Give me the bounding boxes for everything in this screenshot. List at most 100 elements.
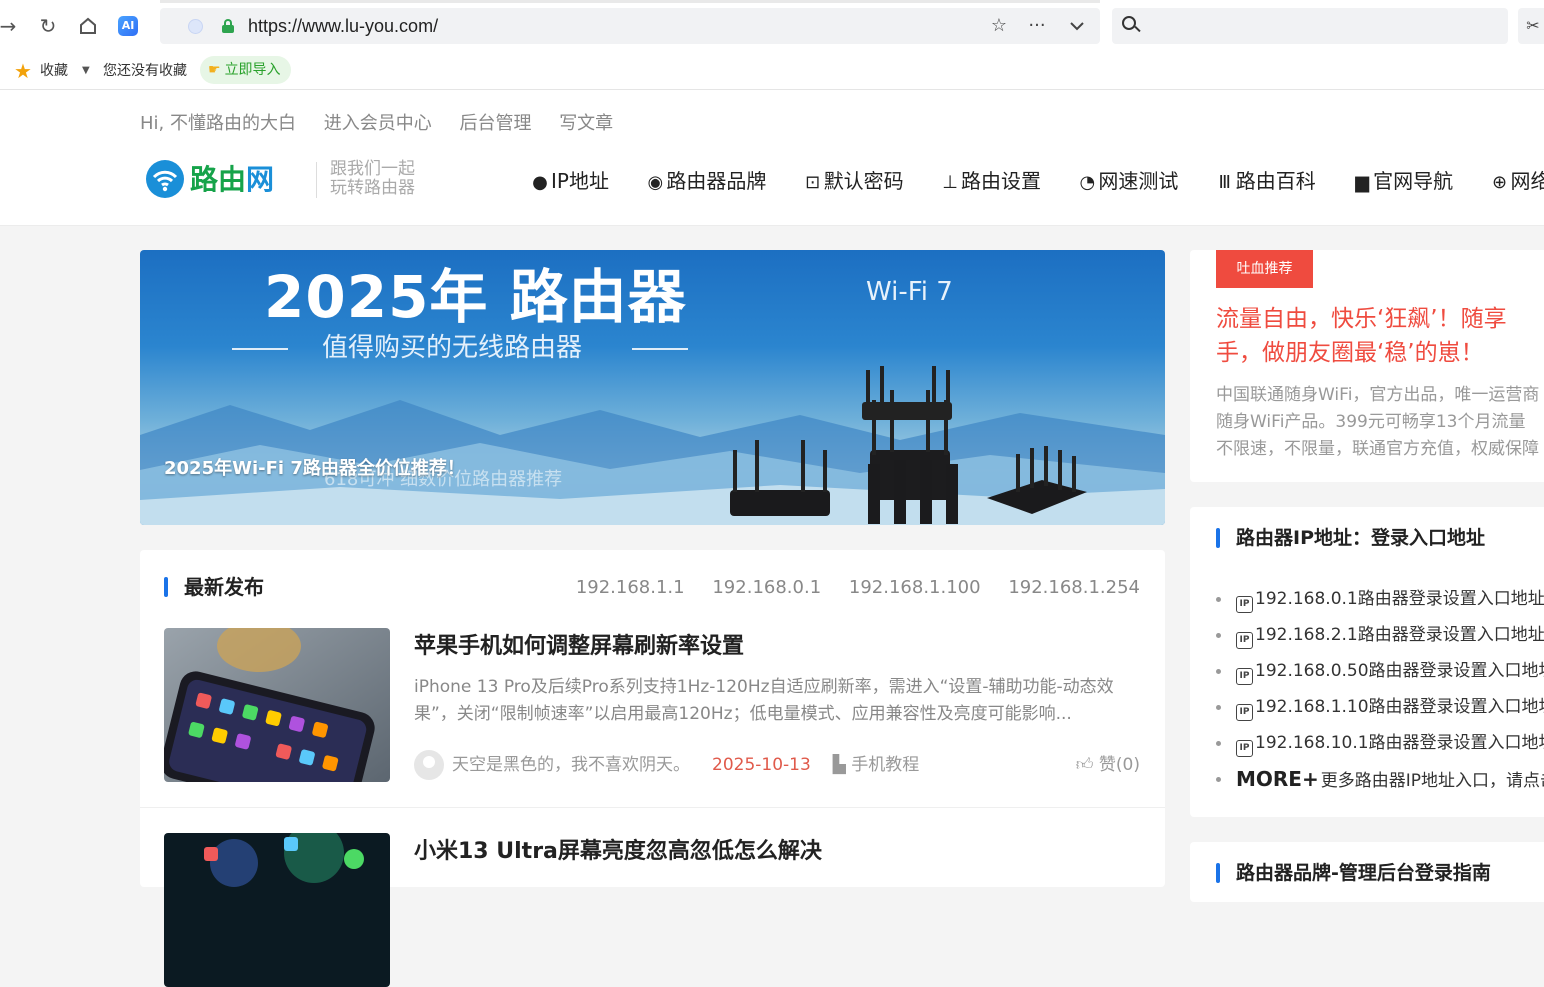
article-title[interactable]: 苹果手机如何调整屏幕刷新率设置	[414, 632, 744, 662]
shield-icon: ◉	[647, 172, 664, 193]
top-links: Hi, 不懂路由的大白 进入会员中心 后台管理 写文章	[140, 112, 635, 136]
pointing-hand-icon: ☛	[208, 62, 221, 78]
browser-toolbar: → ↻ AI https://www.lu-you.com/ ☆ ··· ✂	[0, 0, 1544, 52]
ip-link[interactable]: 192.168.1.100	[849, 577, 981, 598]
nav-router-wiki[interactable]: Ⅲ 路由百科	[1215, 166, 1316, 198]
recommend-badge: 吐血推荐	[1216, 250, 1313, 288]
banner-line-left	[232, 348, 288, 350]
write-article-link[interactable]: 写文章	[559, 113, 613, 134]
nav-speed-test[interactable]: ◔ 网速测试	[1077, 166, 1179, 198]
ip-icon: IP	[1236, 704, 1253, 721]
nav-router-settings[interactable]: ⊥ 路由设置	[940, 166, 1041, 198]
brand-section-title[interactable]: 路由器品牌-管理后台登录指南	[1216, 860, 1491, 886]
home-icon[interactable]	[76, 14, 100, 38]
list-item[interactable]: IP 192.168.0.50路由器登录设置入口地址	[1216, 653, 1544, 689]
category-icon: ▙	[832, 755, 852, 775]
more-link[interactable]: MORE+ 更多路由器IP地址入口，请点击	[1216, 761, 1544, 797]
bookmarks-bar: ★ 收藏 ▼ 您还没有收藏 ☛ 立即导入	[0, 52, 1544, 90]
recommend-title[interactable]: 流量自由，快乐‘狂飙’！随享手，做朋友圈最‘稳’的崽！	[1216, 302, 1544, 370]
ip-icon: IP	[1236, 668, 1253, 685]
person-icon: ●	[532, 172, 548, 193]
article-item[interactable]: 小米13 Ultra屏幕亮度忽高忽低怎么解决	[164, 833, 1140, 987]
banner-subtitle: 值得购买的无线路由器	[322, 333, 583, 363]
ip-link[interactable]: 192.168.0.1	[712, 577, 821, 598]
import-bookmarks-button[interactable]: ☛ 立即导入	[200, 56, 291, 84]
import-label: 立即导入	[224, 62, 281, 78]
member-center-link[interactable]: 进入会员中心	[324, 113, 432, 134]
router-icon: ⊥	[942, 172, 958, 193]
wifi-logo-icon	[146, 160, 184, 198]
ai-assistant-icon[interactable]: AI	[118, 16, 138, 36]
site-logo[interactable]	[146, 160, 188, 200]
scissors-icon[interactable]: ✂	[1518, 8, 1544, 44]
post-date: 2025-10-13	[712, 755, 811, 775]
nav-ip-address[interactable]: ● IP地址	[530, 166, 609, 198]
more-dots-icon[interactable]: ···	[1026, 14, 1048, 38]
globe-icon: ⊕	[1491, 172, 1508, 193]
category-link[interactable]: ▙ 手机教程	[833, 755, 919, 775]
ip-address-card: 路由器IP地址：登录入口地址 IP 192.168.0.1路由器登录设置入口地址 …	[1190, 507, 1544, 817]
ip-section-title[interactable]: 路由器IP地址：登录入口地址	[1216, 525, 1485, 551]
admin-link[interactable]: 后台管理	[459, 113, 531, 134]
secure-lock-icon[interactable]	[222, 19, 234, 33]
search-box[interactable]	[1112, 8, 1508, 44]
site-name[interactable]: 路由网	[190, 162, 274, 198]
no-bookmarks-text: 您还没有收藏	[103, 63, 187, 79]
ip-icon: IP	[1236, 632, 1253, 649]
article-divider	[140, 807, 1165, 808]
nav-router-brands[interactable]: ◉ 路由器品牌	[645, 166, 766, 198]
star-icon[interactable]: ☆	[988, 14, 1010, 38]
recommend-card[interactable]: 吐血推荐 流量自由，快乐‘狂飙’！随享手，做朋友圈最‘稳’的崽！ 中国联通随身W…	[1190, 250, 1544, 482]
router-illustration-right	[987, 446, 1087, 514]
article-title[interactable]: 小米13 Ultra屏幕亮度忽高忽低怎么解决	[414, 837, 822, 867]
ip-link[interactable]: 192.168.1.254	[1008, 577, 1140, 598]
banner-line-right	[632, 348, 688, 350]
article-item[interactable]: 苹果手机如何调整屏幕刷新率设置 iPhone 13 Pro及后续Pro系列支持1…	[164, 628, 1140, 788]
slogan: 跟我们一起 玩转路由器	[330, 159, 415, 198]
article-thumbnail[interactable]	[164, 833, 390, 987]
chevron-down-icon[interactable]	[1066, 14, 1088, 38]
ip-link[interactable]: 192.168.1.1	[576, 577, 685, 598]
like-button[interactable]: 👍︎ 赞(0)	[1076, 750, 1140, 780]
search-icon[interactable]	[1122, 16, 1141, 34]
latest-posts: 最新发布 192.168.1.1 192.168.0.1 192.168.1.1…	[140, 550, 1165, 987]
main-nav: ● IP地址 ◉ 路由器品牌 ⊡ 默认密码 ⊥ 路由设置 ◔ 网速测试 Ⅲ 路由百科 ▆ 官网…	[530, 166, 1544, 196]
site-header: Hi, 不懂路由的大白 进入会员中心 后台管理 写文章 路由网 跟我们一起 玩转…	[0, 90, 1544, 226]
loading-track	[160, 0, 1100, 3]
star-filled-icon[interactable]: ★	[14, 59, 32, 83]
router-illustration-low-left	[730, 440, 830, 516]
router-antennas-top	[866, 366, 950, 410]
speedometer-icon: ◔	[1079, 172, 1096, 193]
brand-card: 路由器品牌-管理后台登录指南	[1190, 842, 1544, 902]
greeting-link[interactable]: Hi, 不懂路由的大白	[140, 113, 296, 134]
list-item[interactable]: IP 192.168.2.1路由器登录设置入口地址	[1216, 617, 1544, 653]
site-favicon-icon	[188, 19, 203, 34]
author-name[interactable]: 天空是黑色的，我不喜欢阴天。	[452, 755, 690, 775]
avatar[interactable]	[414, 750, 444, 780]
article-meta: 天空是黑色的，我不喜欢阴天。 2025-10-13 ▙ 手机教程 👍︎ 赞(0)	[414, 750, 1140, 780]
more-label: MORE+	[1236, 767, 1319, 791]
logo-divider	[316, 162, 317, 198]
nav-official-sites[interactable]: ▆ 官网导航	[1352, 166, 1453, 198]
lock-icon: ⊡	[805, 172, 821, 193]
url-text[interactable]: https://www.lu-you.com/	[248, 14, 438, 38]
caret-down-icon[interactable]: ▼	[82, 61, 90, 81]
quick-ip-links: 192.168.1.1 192.168.0.1 192.168.1.100 19…	[554, 576, 1140, 600]
books-icon: Ⅲ	[1218, 172, 1231, 193]
window-icon: ▆	[1355, 172, 1370, 193]
ip-icon: IP	[1236, 596, 1253, 613]
hero-banner[interactable]: 2025年 路由器 值得购买的无线路由器 Wi-Fi 7 618可冲 细数价位路…	[140, 250, 1165, 525]
nav-default-password[interactable]: ⊡ 默认密码	[803, 166, 904, 198]
bookmarks-label[interactable]: 收藏	[40, 61, 68, 81]
list-item[interactable]: IP 192.168.0.1路由器登录设置入口地址	[1216, 581, 1544, 617]
forward-arrow-icon[interactable]: →	[0, 14, 20, 38]
address-bar[interactable]: https://www.lu-you.com/ ☆ ···	[160, 8, 1100, 44]
banner-wifi-label: Wi-Fi 7	[866, 277, 953, 307]
list-item[interactable]: IP 192.168.1.10路由器登录设置入口地址	[1216, 689, 1544, 725]
list-item[interactable]: IP 192.168.10.1路由器登录设置入口地址	[1216, 725, 1544, 761]
nav-network[interactable]: ⊕ 网络	[1489, 166, 1544, 198]
banner-caption[interactable]: 2025年Wi-Fi 7路由器全价位推荐！	[164, 456, 465, 482]
reload-icon[interactable]: ↻	[36, 14, 60, 38]
recommend-desc: 中国联通随身WiFi，官方出品，唯一运营商 随身WiFi产品。399元可畅享13…	[1216, 385, 1540, 459]
article-thumbnail[interactable]	[164, 628, 390, 782]
